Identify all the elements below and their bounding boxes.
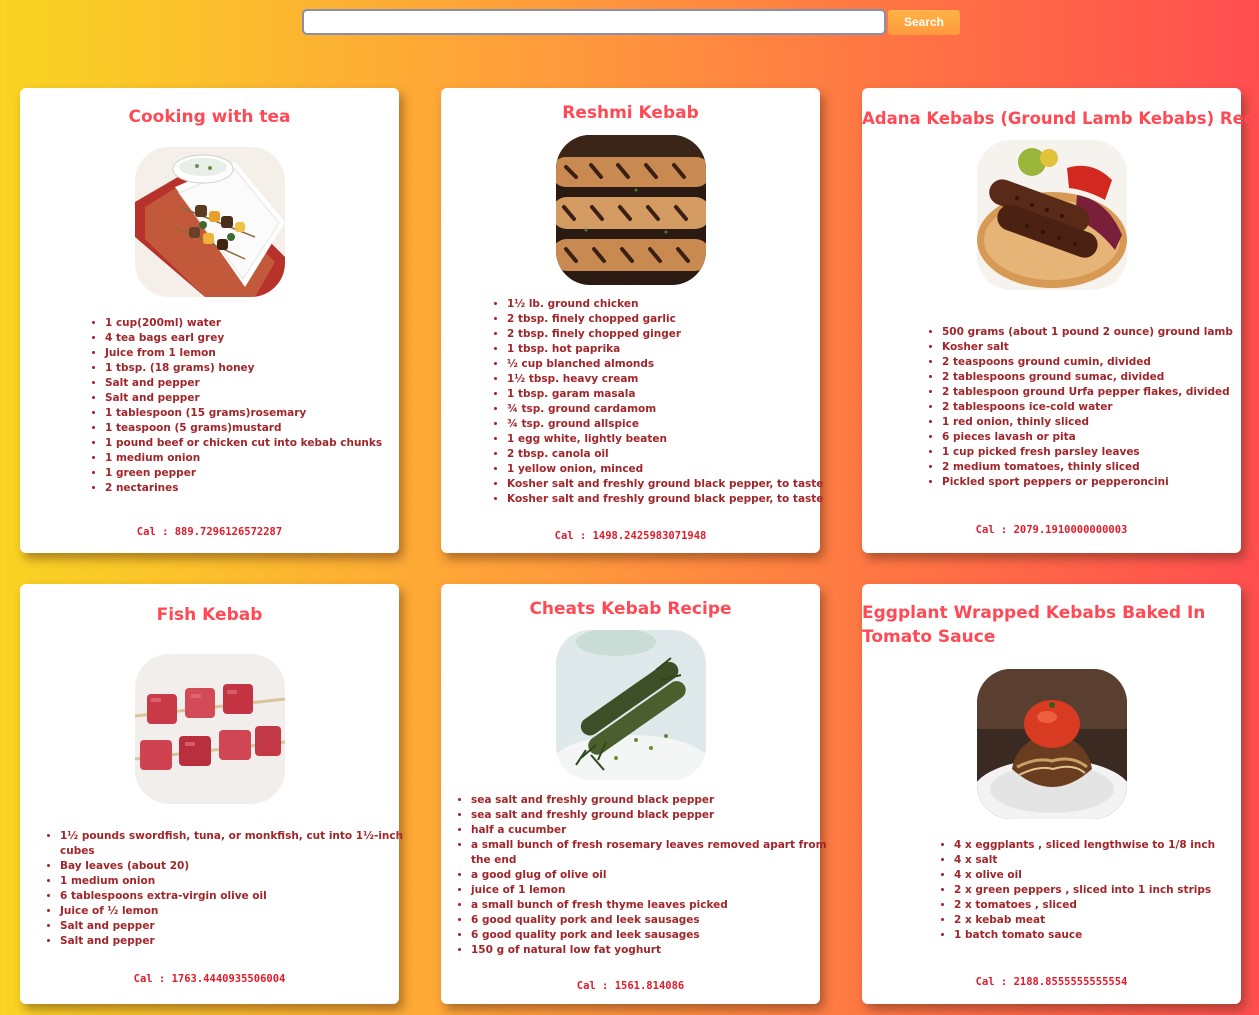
ingredient-item: Bay leaves (about 20) [60, 859, 416, 874]
rosemary-kebab-photo [555, 630, 706, 780]
ingredients-list: 1½ pounds swordfish, tuna, or monkfish, … [41, 829, 416, 949]
ingredient-item: Salt and pepper [105, 376, 405, 391]
ingredient-item: 2 tbsp. finely chopped garlic [507, 312, 837, 327]
ingredient-item: sea salt and freshly ground black pepper [471, 793, 827, 808]
ingredient-item: 1 green pepper [105, 466, 405, 481]
ingredient-item: 4 x salt [954, 853, 1258, 868]
ingredient-item: 1½ lb. ground chicken [507, 297, 837, 312]
grilled-kebab-photo [555, 135, 706, 285]
ingredients-list: 1 cup(200ml) water 4 tea bags earl grey … [86, 316, 405, 496]
ingredient-item: 2 x kebab meat [954, 913, 1258, 928]
ingredient-item: 2 tbsp. canola oil [507, 447, 837, 462]
adana-kebab-photo [976, 140, 1127, 290]
ingredient-item: a good glug of olive oil [471, 868, 827, 883]
kebab-skewer-plate-photo [134, 147, 285, 297]
calories-label: Cal : 1763.4440935506004 [133, 973, 286, 985]
recipe-card: Adana Kebabs (Ground Lamb Kebabs) Recipe… [862, 88, 1259, 553]
calories-label: Cal : 2188.8555555555554 [975, 976, 1128, 988]
ingredients-list: 500 grams (about 1 pound 2 ounce) ground… [923, 325, 1258, 490]
ingredients-list: 1½ lb. ground chicken 2 tbsp. finely cho… [488, 297, 837, 507]
recipe-title: Fish Kebab [156, 605, 263, 625]
ingredient-item: 6 tablespoons extra-virgin olive oil [60, 889, 416, 904]
ingredient-item: Juice from 1 lemon [105, 346, 405, 361]
ingredient-item: juice of 1 lemon [471, 883, 827, 898]
ingredient-item: 1½ pounds swordfish, tuna, or monkfish, … [60, 829, 416, 859]
ingredient-item: Kosher salt and freshly ground black pep… [507, 477, 837, 492]
ingredient-item: ½ cup blanched almonds [507, 357, 837, 372]
ingredient-item: 6 good quality pork and leek sausages [471, 928, 827, 943]
ingredient-item: 1 cup picked fresh parsley leaves [942, 445, 1258, 460]
ingredient-item: 1 medium onion [105, 451, 405, 466]
ingredient-item: half a cucumber [471, 823, 827, 838]
ingredient-item: 2 tablespoons ground sumac, divided [942, 370, 1258, 385]
recipe-card: Cheats Kebab Recipe sea salt and freshly… [441, 584, 827, 1004]
ingredient-item: a small bunch of fresh thyme leaves pick… [471, 898, 827, 913]
recipe-title: Adana Kebabs (Ground Lamb Kebabs) Recipe [862, 109, 1259, 128]
ingredients-list: 4 x eggplants , sliced lengthwise to 1/8… [935, 838, 1258, 943]
ingredient-item: 1 cup(200ml) water [105, 316, 405, 331]
ingredient-item: 2 x green peppers , sliced into 1 inch s… [954, 883, 1258, 898]
fish-kebab-photo [134, 654, 285, 804]
ingredient-item: 2 medium tomatoes, thinly sliced [942, 460, 1258, 475]
search-bar: Search [302, 9, 960, 35]
ingredient-item: ¾ tsp. ground allspice [507, 417, 837, 432]
recipe-card: Reshmi Kebab 1½ lb. ground [441, 88, 823, 553]
ingredient-item: 1 pound beef or chicken cut into kebab c… [105, 436, 405, 451]
recipe-title: Reshmi Kebab [562, 103, 699, 123]
recipe-title: Cheats Kebab Recipe [529, 599, 732, 619]
eggplant-kebab-photo [976, 669, 1127, 819]
ingredient-item: 1½ tbsp. heavy cream [507, 372, 837, 387]
search-input[interactable] [302, 9, 886, 35]
ingredient-item: Juice of ½ lemon [60, 904, 416, 919]
ingredient-item: 1 red onion, thinly sliced [942, 415, 1258, 430]
ingredient-item: 1 yellow onion, minced [507, 462, 837, 477]
ingredient-item: 4 x eggplants , sliced lengthwise to 1/8… [954, 838, 1258, 853]
ingredient-item: a small bunch of fresh rosemary leaves r… [471, 838, 827, 868]
ingredient-item: 6 pieces lavash or pita [942, 430, 1258, 445]
ingredient-item: 2 x tomatoes , sliced [954, 898, 1258, 913]
ingredient-item: Salt and pepper [60, 919, 416, 934]
ingredient-item: Kosher salt [942, 340, 1258, 355]
recipe-title: Cooking with tea [128, 107, 291, 127]
ingredient-item: sea salt and freshly ground black pepper [471, 808, 827, 823]
ingredient-item: ¾ tsp. ground cardamom [507, 402, 837, 417]
calories-label: Cal : 1561.814086 [576, 980, 685, 992]
ingredient-item: 1 egg white, lightly beaten [507, 432, 837, 447]
calories-label: Cal : 1498.2425983071948 [554, 530, 707, 542]
recipe-card: Fish Kebab 1½ pounds swordfish, tuna, or… [20, 584, 403, 1004]
ingredient-item: 6 good quality pork and leek sausages [471, 913, 827, 928]
ingredient-item: 4 tea bags earl grey [105, 331, 405, 346]
ingredient-item: 500 grams (about 1 pound 2 ounce) ground… [942, 325, 1258, 340]
ingredient-item: 1 tbsp. hot paprika [507, 342, 837, 357]
search-button[interactable]: Search [888, 9, 960, 35]
ingredient-item: 1 teaspoon (5 grams)mustard [105, 421, 405, 436]
ingredient-item: 2 nectarines [105, 481, 405, 496]
ingredient-item: 2 teaspoons ground cumin, divided [942, 355, 1258, 370]
recipe-card: Cooking with tea • 1 cup(200ml) water • … [20, 88, 399, 553]
recipe-title: Eggplant Wrapped Kebabs Baked In Tomato … [862, 603, 1206, 647]
ingredient-item: 4 x olive oil [954, 868, 1258, 883]
ingredient-item: Kosher salt and freshly ground black pep… [507, 492, 837, 507]
ingredient-item: 1 medium onion [60, 874, 416, 889]
calories-label: Cal : 2079.1910000000003 [975, 524, 1128, 536]
ingredient-item: 2 tablespoon ground Urfa pepper flakes, … [942, 385, 1258, 400]
ingredient-item: 2 tbsp. finely chopped ginger [507, 327, 837, 342]
ingredient-item: Salt and pepper [105, 391, 405, 406]
ingredient-item: 1 tablespoon (15 grams)rosemary [105, 406, 405, 421]
ingredient-item: Pickled sport peppers or pepperoncini [942, 475, 1258, 490]
ingredient-item: 2 tablespoons ice-cold water [942, 400, 1258, 415]
ingredient-item: 150 g of natural low fat yoghurt [471, 943, 827, 958]
recipe-card: Eggplant Wrapped Kebabs Baked In Tomato … [862, 584, 1241, 1004]
ingredient-item: Salt and pepper [60, 934, 416, 949]
ingredient-item: 1 tbsp. (18 grams) honey [105, 361, 405, 376]
calories-label: Cal : 889.7296126572287 [136, 526, 283, 538]
ingredient-item: 1 batch tomato sauce [954, 928, 1258, 943]
ingredient-item: 1 tbsp. garam masala [507, 387, 837, 402]
ingredients-list: sea salt and freshly ground black pepper… [452, 793, 827, 958]
